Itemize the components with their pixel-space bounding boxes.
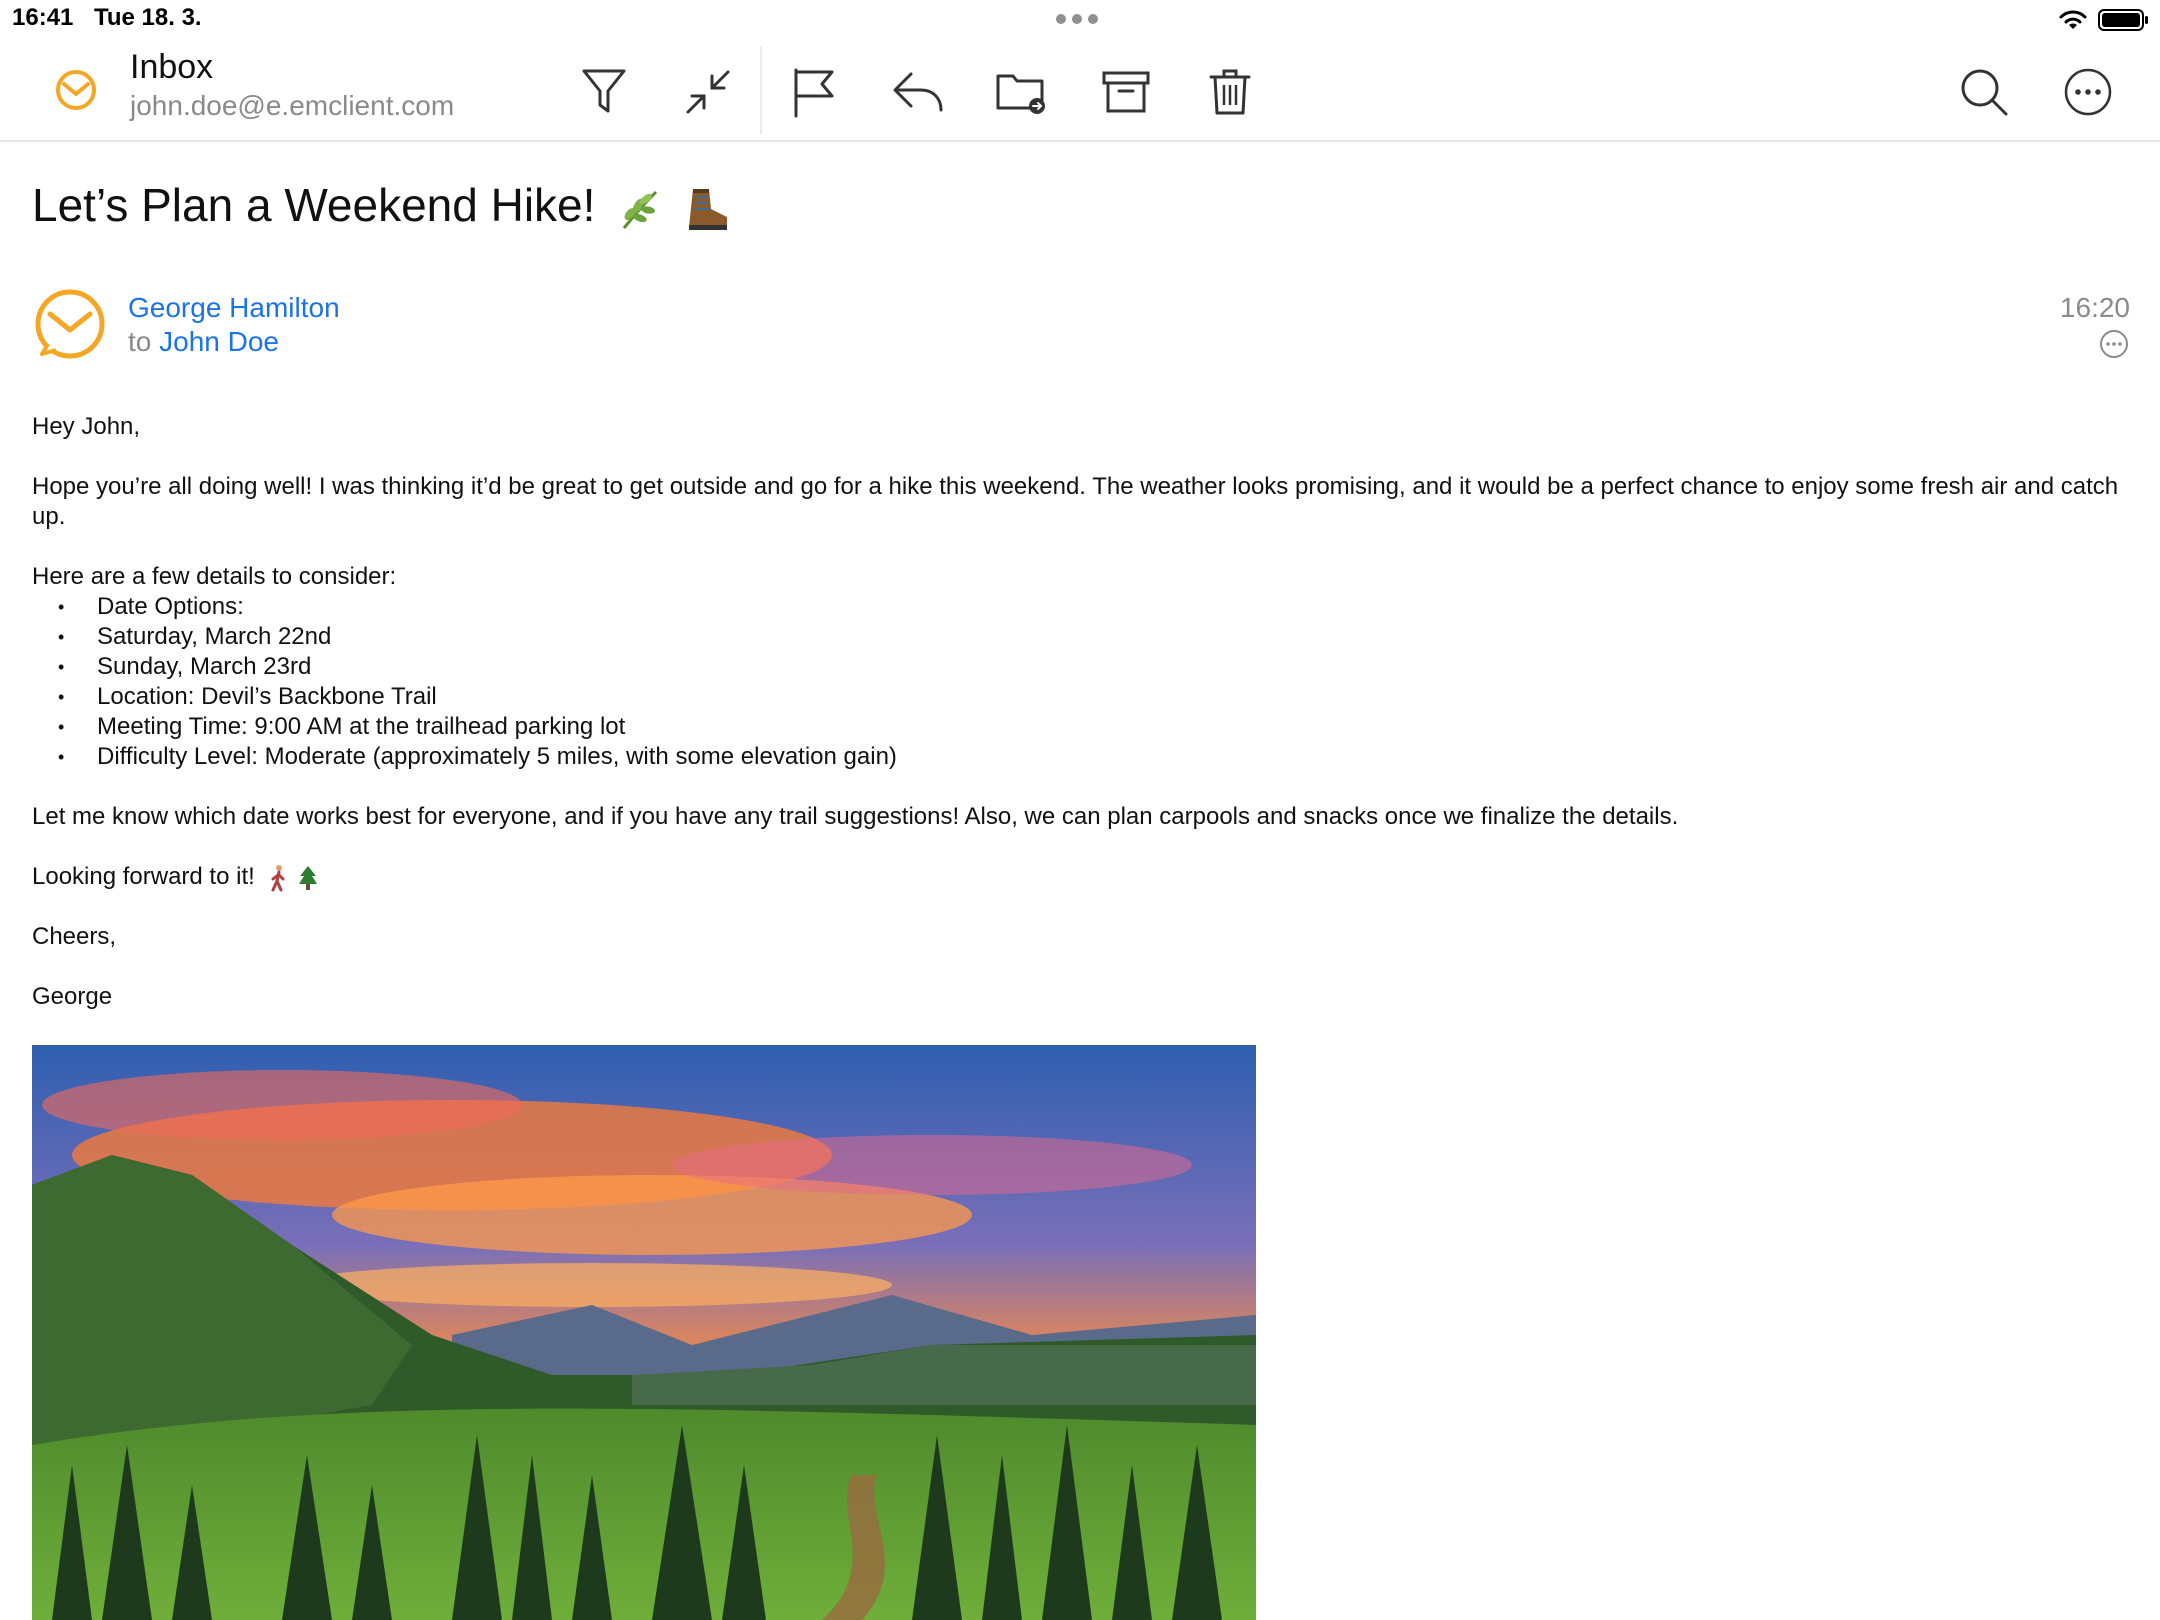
looking-forward-text: Looking forward to it! [32,863,255,890]
status-time: 16:41 [12,4,74,31]
search-button[interactable] [1952,60,2016,124]
toolbar-divider [760,46,762,134]
recipient-name[interactable]: John Doe [159,326,279,357]
filter-icon [582,69,626,113]
reply-icon [893,72,943,112]
body-details-heading: Here are a few details to consider: [32,563,397,590]
body-greeting: Hey John, [32,413,141,440]
body-looking-forward: Looking forward to it! [32,862,2132,892]
recipient-line: to John Doe [128,326,279,358]
list-item: Date Options: [32,592,2132,622]
recipient-prefix: to [128,326,152,357]
reply-button[interactable] [886,60,950,124]
collapse-icon [686,70,730,114]
body-signature: George [32,983,113,1010]
status-date: Tue 18. 3. [94,4,202,31]
list-item: Saturday, March 22nd [32,622,2132,652]
status-bar: 16:41 Tue 18. 3. [0,0,2160,40]
folder-title[interactable]: Inbox [130,48,213,87]
list-item: Difficulty Level: Moderate (approximatel… [32,742,2132,772]
flag-button[interactable] [782,60,846,124]
collapse-button[interactable] [676,60,740,124]
battery-icon [2098,9,2148,31]
message-subject: Let’s Plan a Weekend Hike! [32,178,731,233]
move-to-folder-button[interactable] [990,60,1054,124]
herb-emoji-icon [623,190,658,229]
message-more-icon[interactable] [2098,328,2130,360]
walking-person-emoji-icon [271,864,285,892]
evergreen-tree-emoji-icon [299,865,318,890]
list-item: Location: Devil’s Backbone Trail [32,682,2132,712]
list-item: Meeting Time: 9:00 AM at the trailhead p… [32,712,2132,742]
mountain-landscape-image[interactable] [32,1045,1256,1620]
archive-icon [1102,71,1150,113]
message-view: Let’s Plan a Weekend Hike! George Hamilt… [0,142,2160,1620]
body-closing: Cheers, [32,923,117,950]
hiking-boot-emoji-icon [688,188,727,230]
details-list: Date Options: Saturday, March 22nd Sunda… [32,592,2132,772]
flag-icon [794,68,834,118]
wifi-icon [2059,10,2087,29]
message-body: Hey John, Hope you’re all doing well! I … [32,412,2132,1042]
multitasking-dots-icon[interactable] [1056,14,1098,24]
emclient-logo-icon[interactable] [54,68,98,112]
sender-avatar-icon[interactable] [34,288,106,360]
message-time: 16:20 [2059,292,2130,323]
account-address: john.doe@e.emclient.com [130,90,455,121]
sender-name[interactable]: George Hamilton [128,292,340,324]
filter-button[interactable] [572,60,636,124]
more-button[interactable] [2056,60,2120,124]
delete-button[interactable] [1198,60,1262,124]
trash-icon [1209,69,1251,115]
subject-text: Let’s Plan a Weekend Hike! [32,179,596,231]
archive-button[interactable] [1094,60,1158,124]
body-request: Let me know which date works best for ev… [32,803,1679,830]
more-icon [2064,68,2112,116]
toolbar: Inbox john.doe@e.emclient.com [0,40,2160,142]
body-intro: Hope you’re all doing well! I was thinki… [32,473,2119,530]
search-icon [1961,69,2008,116]
list-item: Sunday, March 23rd [32,652,2132,682]
move-to-folder-icon [996,74,1045,114]
